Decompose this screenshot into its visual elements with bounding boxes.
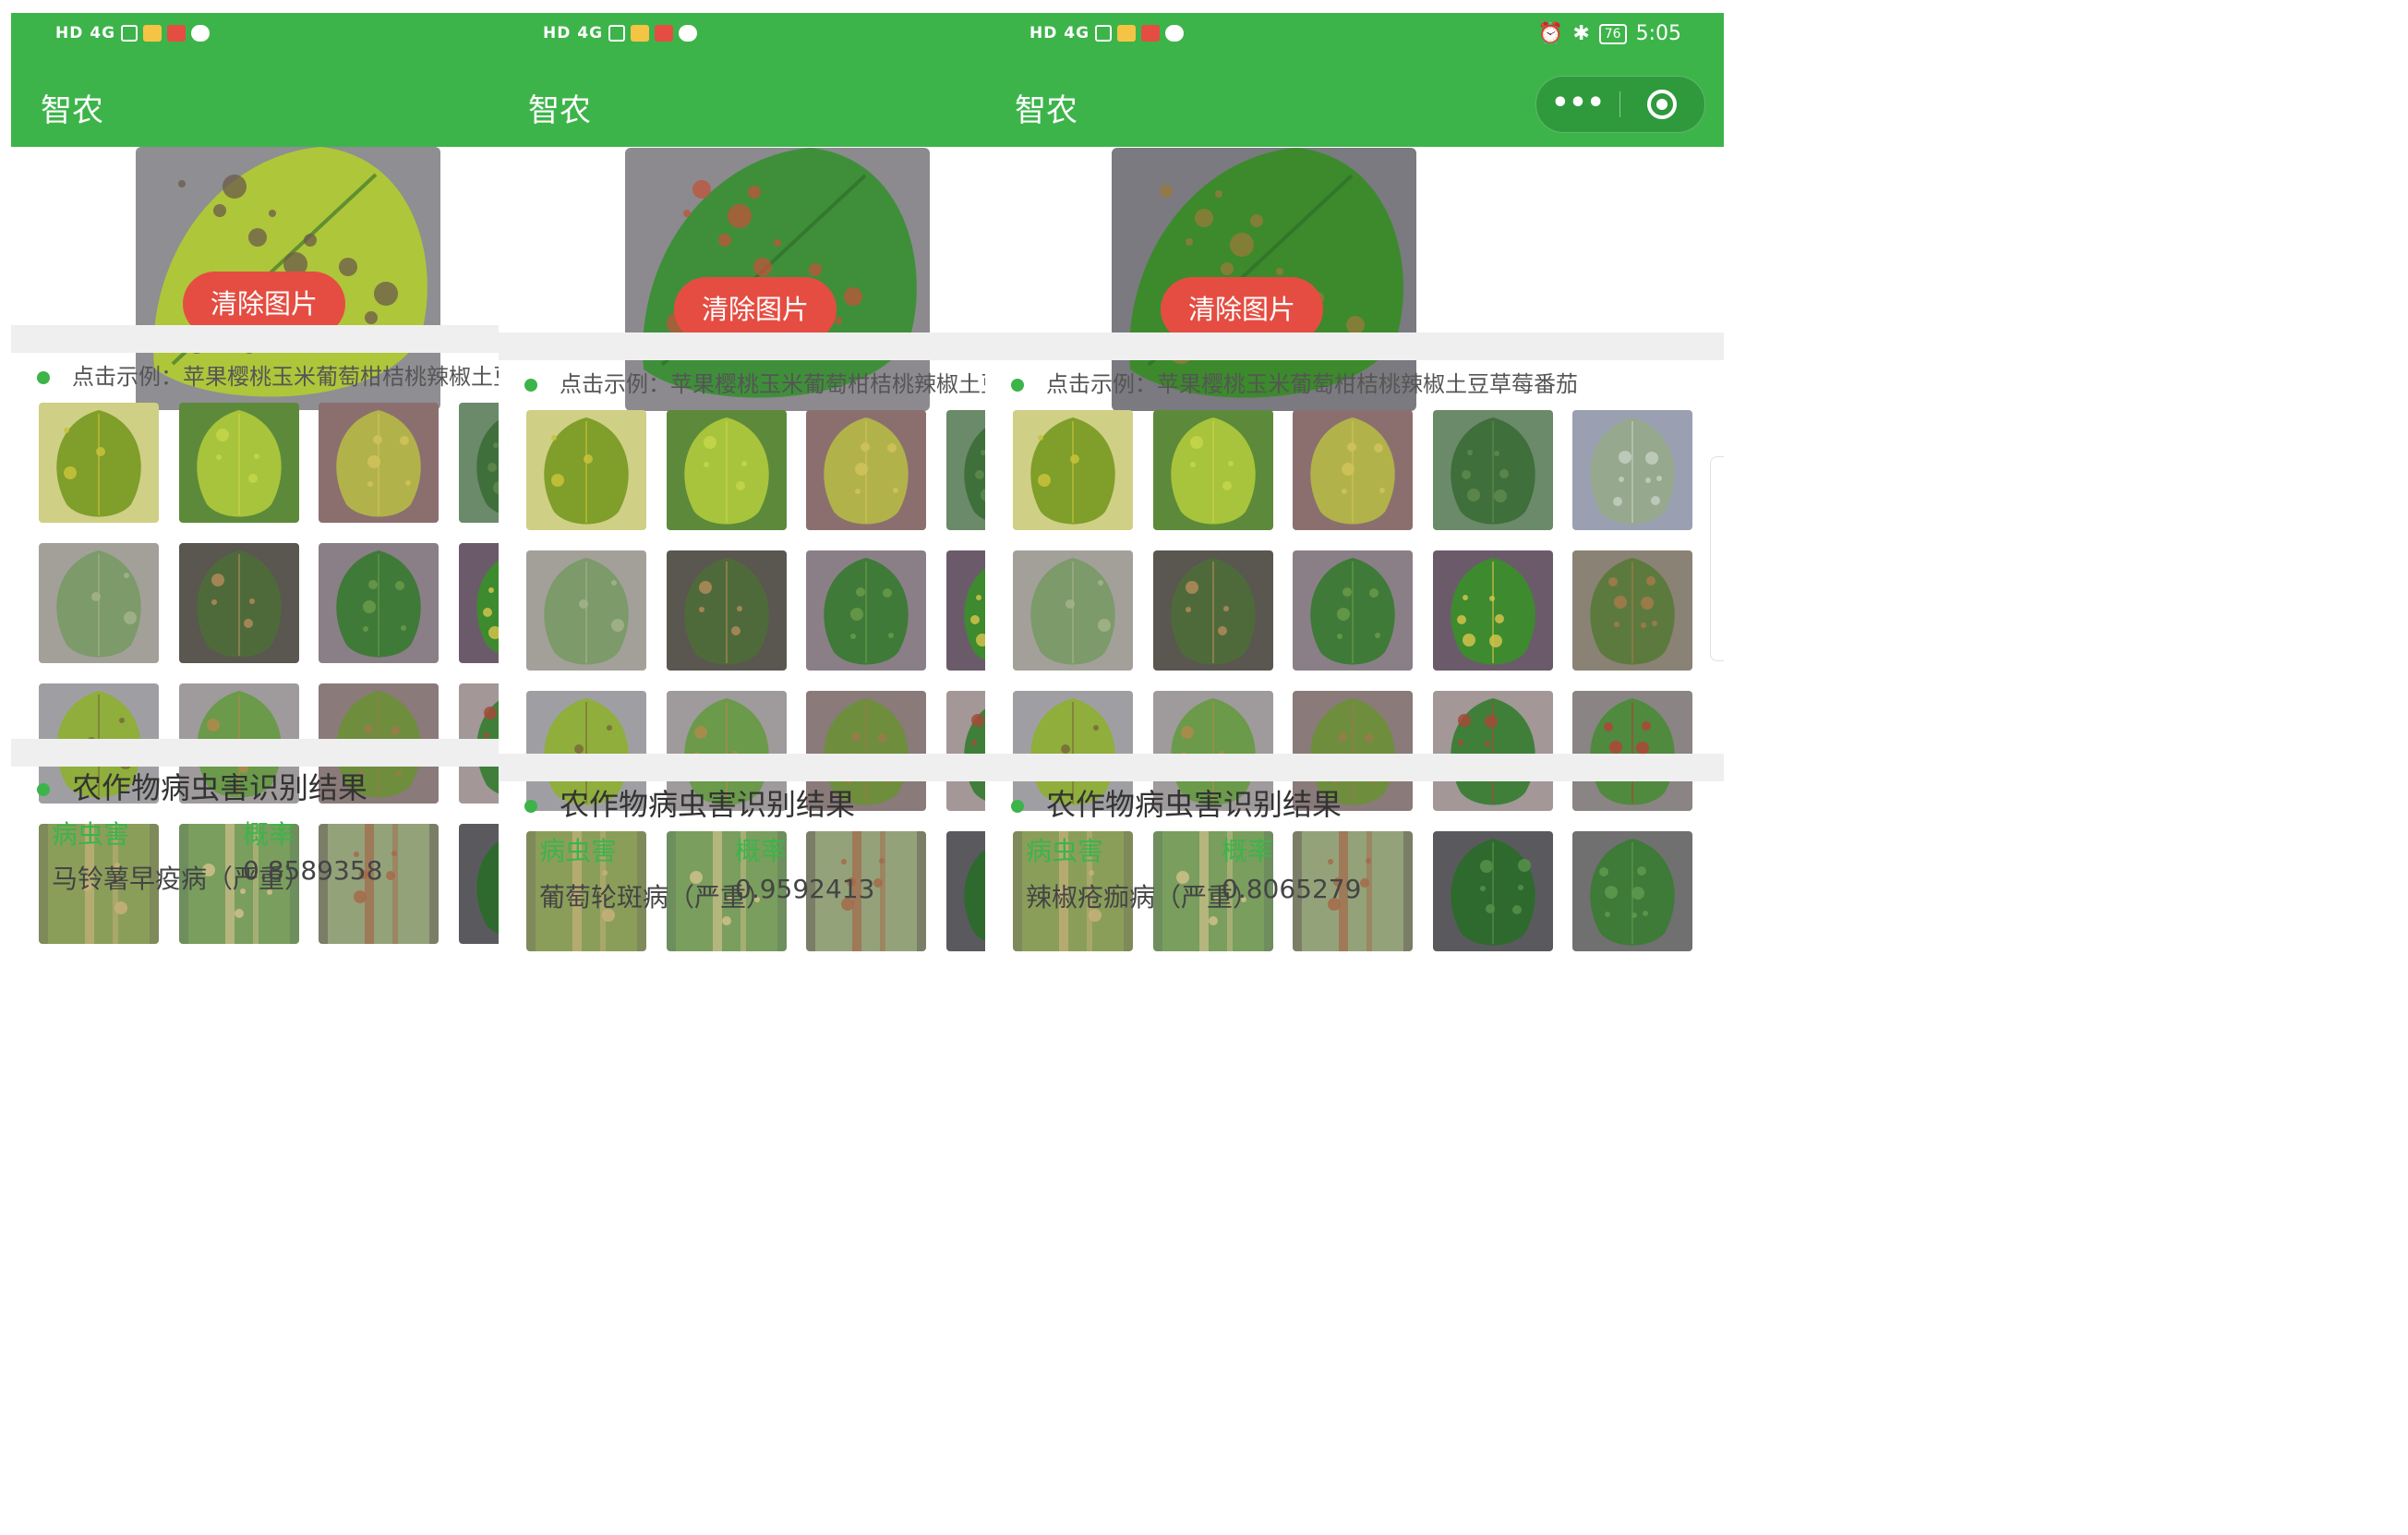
sample-thumb[interactable] xyxy=(178,403,299,523)
column-header-probability: 概率 xyxy=(1222,836,1274,866)
result-section: 农作物病虫害识别结果 xyxy=(37,765,367,807)
phone-screen-3: HD 4G ⏰ ✱ 76 5:05 智农 ••• 清除图片 点击示例：苹果樱桃玉… xyxy=(985,13,1724,1535)
examples-hint-text: 点击示例：苹果樱桃玉米葡萄柑桔桃辣椒土豆草莓番茄 xyxy=(1046,371,1578,397)
sample-thumb[interactable] xyxy=(319,543,439,663)
sample-thumb[interactable] xyxy=(319,403,439,523)
examples-hint: 点击示例：苹果樱桃玉米葡萄柑桔桃辣椒土豆草莓番茄 xyxy=(1011,366,1578,398)
bullet-dot xyxy=(37,783,50,796)
chat-icon xyxy=(679,25,698,42)
sample-thumb[interactable] xyxy=(1013,410,1133,530)
sample-thumb[interactable] xyxy=(39,403,159,523)
column-header-disease: 病虫害 xyxy=(52,819,130,850)
sample-thumb[interactable] xyxy=(666,550,787,671)
mail-icon xyxy=(631,25,650,42)
bullet-dot xyxy=(1011,800,1024,813)
network-label: HD 4G xyxy=(1029,24,1090,42)
battery-indicator: 76 xyxy=(1598,23,1627,44)
sample-thumb[interactable] xyxy=(1293,550,1413,671)
clock-time: 5:05 xyxy=(1635,22,1681,45)
sample-thumb[interactable] xyxy=(1293,410,1413,530)
bullet-dot xyxy=(524,800,537,813)
sample-thumb[interactable] xyxy=(806,550,926,671)
sample-grid xyxy=(1013,410,1692,951)
probability-value: 0.9592413 xyxy=(735,874,875,904)
signal-icon xyxy=(121,25,138,42)
network-label: HD 4G xyxy=(543,24,604,42)
signal-icon xyxy=(608,25,626,42)
notification-icon xyxy=(655,25,674,42)
result-section: 农作物病虫害识别结果 xyxy=(524,781,855,824)
bullet-dot xyxy=(37,371,50,384)
mail-icon xyxy=(1117,25,1137,42)
sample-thumb[interactable] xyxy=(178,543,299,663)
bluetooth-icon: ✱ xyxy=(1572,22,1590,45)
result-title: 农作物病虫害识别结果 xyxy=(1046,787,1342,822)
column-header-disease: 病虫害 xyxy=(1026,836,1104,866)
sample-thumb[interactable] xyxy=(1572,691,1692,811)
column-header-probability: 概率 xyxy=(735,836,788,866)
nav-header: HD 4G ⏰ ✱ 76 5:05 智农 ••• xyxy=(985,13,1724,147)
sample-thumb[interactable] xyxy=(526,410,646,530)
mail-icon xyxy=(143,25,163,42)
result-title: 农作物病虫害识别结果 xyxy=(560,787,856,822)
menu-capsule: ••• xyxy=(1535,76,1705,133)
target-close-icon[interactable] xyxy=(1647,90,1677,119)
sample-thumb[interactable] xyxy=(1152,550,1273,671)
app-title: 智农 xyxy=(41,92,103,129)
notification-icon xyxy=(1141,25,1161,42)
column-header-disease: 病虫害 xyxy=(539,836,618,866)
sample-thumb[interactable] xyxy=(39,543,159,663)
result-section: 农作物病虫害识别结果 xyxy=(1011,781,1342,824)
sample-thumb[interactable] xyxy=(1432,691,1553,811)
chat-icon xyxy=(191,25,211,42)
sample-thumb[interactable] xyxy=(1432,410,1553,530)
sample-thumb[interactable] xyxy=(1013,550,1133,671)
chat-icon xyxy=(1165,25,1185,42)
network-label: HD 4G xyxy=(55,24,116,42)
sample-thumb[interactable] xyxy=(526,550,646,671)
signal-icon xyxy=(1095,25,1113,42)
section-divider xyxy=(985,332,1724,360)
notification-icon xyxy=(167,25,187,42)
scroll-handle[interactable] xyxy=(1710,456,1724,661)
bullet-dot xyxy=(524,379,537,392)
app-title: 智农 xyxy=(1015,92,1078,129)
probability-value: 0.8065279 xyxy=(1222,874,1362,904)
status-bar: HD 4G ⏰ ✱ 76 5:05 xyxy=(985,13,1724,59)
sample-thumb[interactable] xyxy=(1152,410,1273,530)
sample-thumb[interactable] xyxy=(1432,550,1553,671)
more-dots-icon[interactable]: ••• xyxy=(1536,77,1619,132)
alarm-icon: ⏰ xyxy=(1537,22,1564,45)
app-title: 智农 xyxy=(528,92,591,129)
sample-thumb[interactable] xyxy=(1432,831,1553,951)
result-title: 农作物病虫害识别结果 xyxy=(72,770,368,805)
sample-thumb[interactable] xyxy=(1572,410,1692,530)
column-header-probability: 概率 xyxy=(243,819,295,850)
sample-thumb[interactable] xyxy=(1572,550,1692,671)
sample-thumb[interactable] xyxy=(806,410,926,530)
probability-value: 0.8589358 xyxy=(243,855,383,886)
capsule-divider xyxy=(1619,91,1620,117)
sample-thumb[interactable] xyxy=(1572,831,1692,951)
bullet-dot xyxy=(1011,379,1024,392)
sample-thumb[interactable] xyxy=(666,410,787,530)
section-divider xyxy=(985,754,1724,781)
